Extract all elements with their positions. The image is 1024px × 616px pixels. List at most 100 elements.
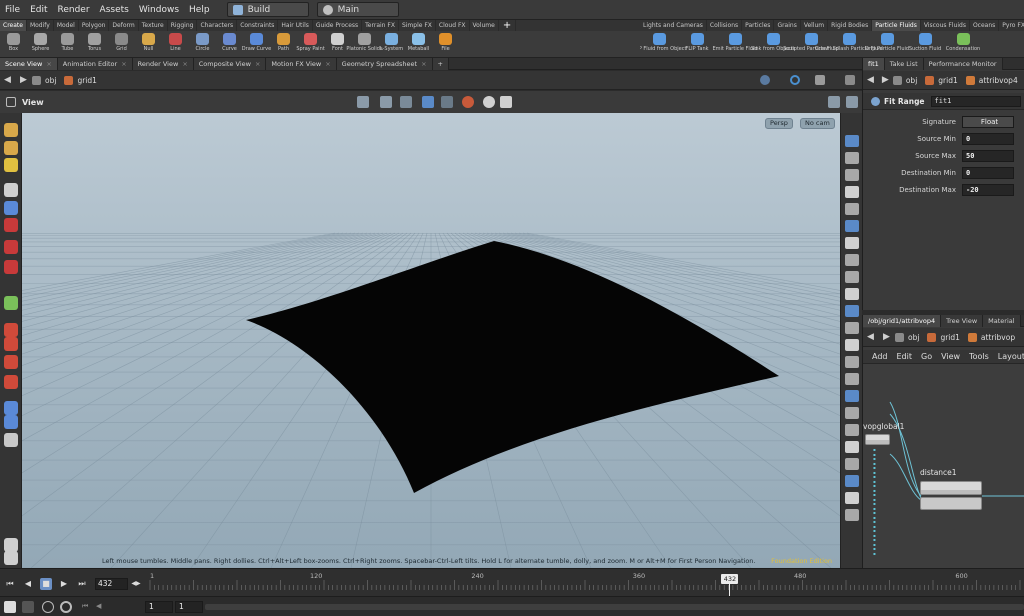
tool-tube[interactable]: Tube	[54, 33, 81, 52]
shelf-tab-lights-and-cameras[interactable]: Lights and Cameras	[640, 20, 707, 31]
background-image-icon[interactable]	[828, 96, 840, 108]
shelf-tab-deform[interactable]: Deform	[109, 20, 139, 31]
forward-arrow-icon[interactable]: ▶	[20, 76, 28, 85]
shelf-tab-oceans[interactable]: Oceans	[970, 20, 1000, 31]
param-value-field[interactable]: 50	[962, 149, 1014, 162]
lock-icon[interactable]	[4, 201, 18, 215]
tool-flip-tank[interactable]: FLIP Tank	[678, 33, 716, 52]
select-groups-icon[interactable]	[400, 96, 412, 108]
tool-line[interactable]: Line	[162, 33, 189, 52]
handle-display-icon[interactable]	[845, 492, 859, 504]
net-menu-go[interactable]: Go	[921, 352, 932, 361]
snap-icon[interactable]	[483, 96, 495, 108]
close-tab-icon[interactable]: ×	[46, 60, 51, 68]
select-icon[interactable]	[4, 183, 18, 197]
camera-display-icon[interactable]	[845, 254, 859, 266]
paint-icon[interactable]	[4, 158, 18, 172]
light-b-icon[interactable]	[845, 237, 859, 249]
tool-l-system[interactable]: L-System	[378, 33, 405, 52]
pane-tab-animation-editor[interactable]: Animation Editor ×	[57, 57, 133, 70]
box-display-icon[interactable]	[845, 390, 859, 402]
tool-spray-paint[interactable]: Spray Paint	[296, 33, 325, 52]
particles-icon[interactable]	[845, 271, 859, 283]
net-forward-icon[interactable]: ▶	[883, 333, 891, 342]
net-path-vop[interactable]: attribvop	[967, 332, 1015, 342]
tool-emit-particle-fluid[interactable]: Emit Particle Fluid	[712, 33, 758, 52]
step-icon[interactable]: ◀▶	[130, 578, 142, 590]
settings-gear-icon[interactable]	[500, 96, 512, 108]
menu-assets[interactable]: Assets	[95, 5, 134, 15]
layout-display-icon[interactable]	[845, 458, 859, 470]
snap-display-icon[interactable]	[845, 424, 859, 436]
shelf-tab-vellum[interactable]: Vellum	[801, 20, 829, 31]
desktop-dropdown[interactable]: Build	[226, 2, 309, 17]
shelf-tab-guide-process[interactable]: Guide Process	[313, 20, 363, 31]
menu-render[interactable]: Render	[53, 5, 95, 15]
realtime-icon[interactable]	[60, 601, 72, 613]
render-tool-icon[interactable]	[4, 415, 18, 429]
current-frame-marker[interactable]: 432	[721, 574, 739, 584]
pane-tab-scene-view[interactable]: Scene View ×	[0, 57, 58, 70]
range-step-back-icon[interactable]: ◀	[96, 602, 101, 610]
range-end-field[interactable]: 1	[175, 601, 203, 613]
path-obj[interactable]: obj	[32, 75, 56, 85]
play-forward-icon[interactable]: ▶	[58, 578, 70, 590]
tool-box[interactable]: Box	[0, 33, 27, 52]
tool-flip-fluid-from-object[interactable]: FLIP Fluid from Object	[640, 33, 686, 52]
shelf-tab-polygon[interactable]: Polygon	[79, 20, 110, 31]
shelf-tab-texture[interactable]: Texture	[139, 20, 168, 31]
shelf-tab-hair-utils[interactable]: Hair Utils	[278, 20, 313, 31]
context-dropdown[interactable]: Main	[316, 2, 399, 17]
edit-icon[interactable]	[4, 296, 18, 310]
net-tab-tree-view[interactable]: Tree View	[941, 315, 984, 327]
tool-file[interactable]: File	[432, 33, 459, 52]
secure-selection-icon[interactable]	[380, 96, 392, 108]
deformed-grid-surface[interactable]	[246, 241, 779, 493]
pane-tab-render-view[interactable]: Render View ×	[132, 57, 194, 70]
light-bulb-icon[interactable]	[845, 220, 859, 232]
range-step-icon[interactable]: ⏮	[82, 602, 88, 611]
keyframe-icon[interactable]	[4, 601, 16, 613]
shelf-tab-viscous-fluids[interactable]: Viscous Fluids	[921, 20, 970, 31]
menu-edit[interactable]: Edit	[25, 5, 52, 15]
tool-draw-curve[interactable]: Draw Curve	[242, 33, 271, 52]
close-tab-icon[interactable]: ×	[121, 60, 126, 68]
tool-platonic-solids[interactable]: Platonic Solids	[346, 33, 383, 52]
net-menu-layout[interactable]: Layout	[998, 352, 1024, 361]
net-back-icon[interactable]: ◀	[867, 333, 875, 342]
param-forward-icon[interactable]: ▶	[882, 76, 889, 85]
param-path-obj[interactable]: obj	[892, 75, 917, 85]
tool-null[interactable]: Null	[135, 33, 162, 52]
close-tab-icon[interactable]: ×	[182, 60, 187, 68]
tool-circle[interactable]: Circle	[189, 33, 216, 52]
param-value-field[interactable]: 0	[962, 132, 1014, 145]
ref-plane-icon[interactable]	[845, 509, 859, 521]
camera-icon[interactable]	[4, 433, 18, 447]
pin-icon[interactable]	[760, 75, 770, 85]
shelf-tab-rigid-bodies[interactable]: Rigid Bodies	[828, 20, 873, 31]
bg-display-icon[interactable]	[845, 475, 859, 487]
vertex-icon[interactable]	[845, 322, 859, 334]
shelf-tab-create[interactable]: Create	[0, 20, 27, 31]
param-path-grid[interactable]: grid1	[925, 75, 958, 85]
display-shaded-icon[interactable]	[845, 135, 859, 147]
param-tab-take-list[interactable]: Take List	[884, 58, 924, 70]
net-path-grid[interactable]: grid1	[927, 332, 960, 342]
path-grid[interactable]: grid1	[64, 75, 97, 85]
handle-icon[interactable]	[4, 123, 18, 137]
pose-icon[interactable]	[4, 240, 18, 254]
shelf-tab-simple-fx[interactable]: Simple FX	[399, 20, 436, 31]
view-tool-icon[interactable]	[4, 401, 18, 415]
shelf-tab-cloud-fx[interactable]: Cloud FX	[436, 20, 470, 31]
menu-file[interactable]: File	[0, 5, 25, 15]
camera-persp-badge[interactable]: Persp	[765, 118, 793, 129]
ghost-icon[interactable]	[845, 186, 859, 198]
shelf-tab-collisions[interactable]: Collisions	[707, 20, 743, 31]
link-icon[interactable]	[790, 75, 800, 85]
shelf-tab-rigging[interactable]: Rigging	[168, 20, 198, 31]
shelf-tab-grains[interactable]: Grains	[774, 20, 801, 31]
add-pane-tab-icon[interactable]: +	[432, 57, 449, 70]
node-name-field[interactable]: fit1	[930, 95, 1021, 107]
viewport-menu-icon[interactable]	[6, 97, 16, 107]
prim-number-icon[interactable]	[845, 356, 859, 368]
